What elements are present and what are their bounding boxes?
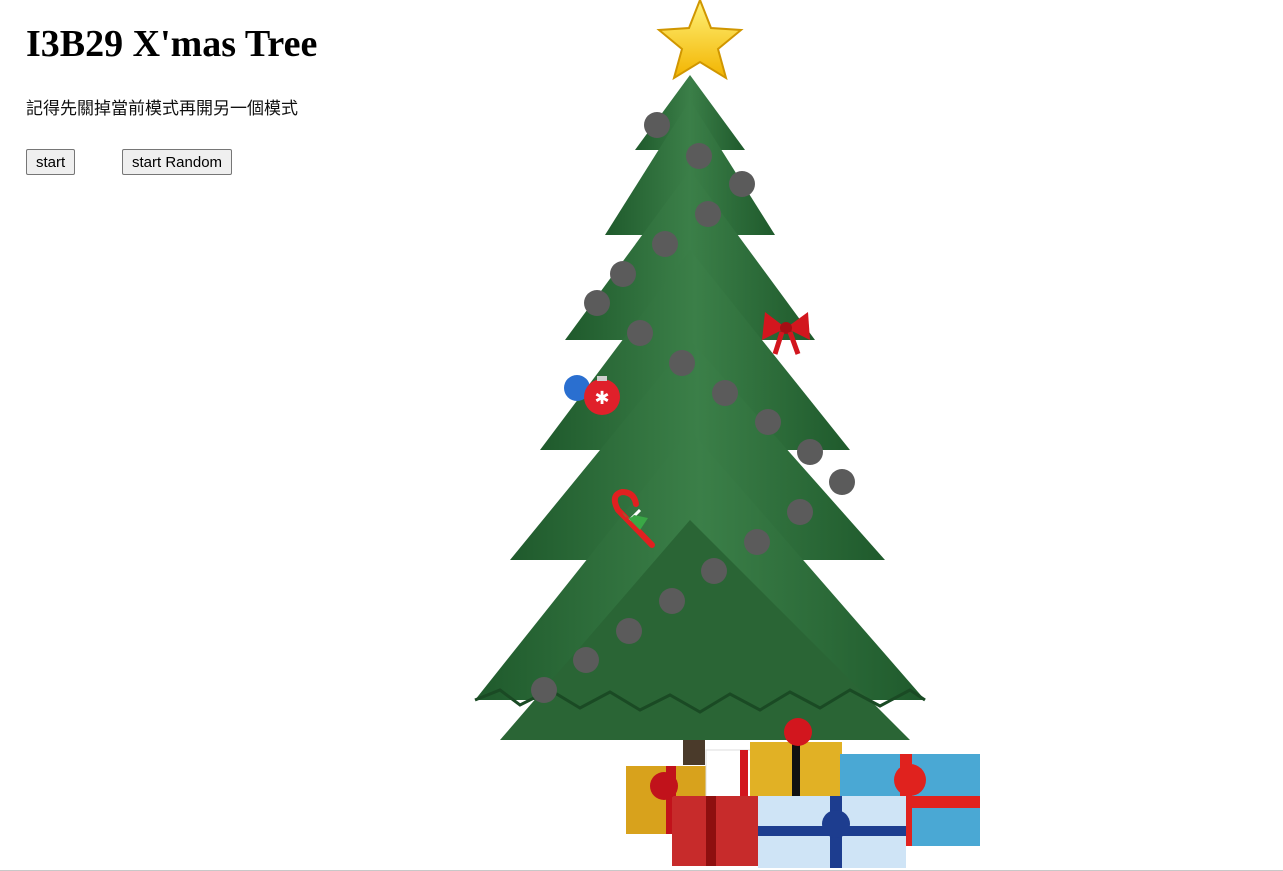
tree-light (701, 558, 727, 584)
tree-foliage (474, 75, 926, 740)
tree-light (616, 618, 642, 644)
tree-light (744, 529, 770, 555)
christmas-tree-illustration: ✱ (474, 0, 980, 868)
tree-light (729, 171, 755, 197)
star-topper-icon (656, 0, 744, 81)
tree-light (712, 380, 738, 406)
tree-light (627, 320, 653, 346)
start-random-button[interactable]: start Random (122, 149, 233, 175)
tree-light (686, 143, 712, 169)
tree-light (644, 112, 670, 138)
tree-light (573, 647, 599, 673)
tree-light (659, 588, 685, 614)
tree-light (584, 290, 610, 316)
tree-light (695, 201, 721, 227)
mode-note: 記得先關掉當前模式再開另一個模式 (26, 99, 298, 119)
tree-light (531, 677, 557, 703)
tree-light (610, 261, 636, 287)
tree-light (669, 350, 695, 376)
svg-text:✱: ✱ (594, 388, 609, 409)
page-title: I3B29 X'mas Tree (26, 23, 318, 65)
tree-light (755, 409, 781, 435)
tree-light (652, 231, 678, 257)
page: I3B29 X'mas Tree 記得先關掉當前模式再開另一個模式 start … (0, 0, 1283, 871)
christmas-tree-scene: ✱ (440, 0, 1020, 871)
tree-light (787, 499, 813, 525)
start-button[interactable]: start (26, 149, 76, 175)
gift-box-icon (626, 718, 980, 868)
tree-light (829, 469, 855, 495)
tree-light (797, 439, 823, 465)
